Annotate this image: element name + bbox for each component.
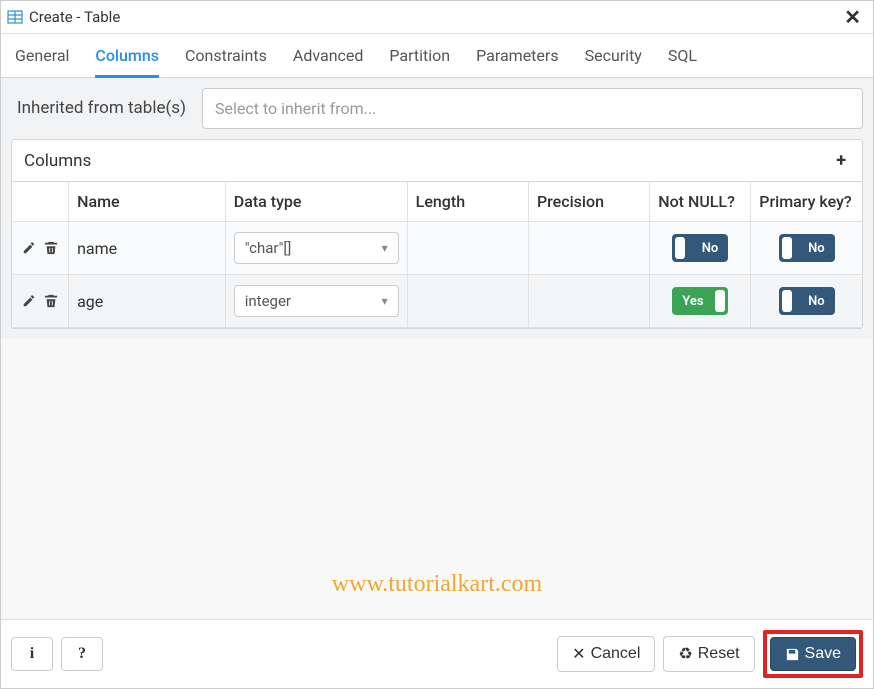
pk-toggle[interactable]: No bbox=[779, 287, 835, 315]
tab-general[interactable]: General bbox=[15, 42, 69, 78]
tab-security[interactable]: Security bbox=[585, 42, 642, 78]
save-icon bbox=[785, 647, 800, 662]
header-pk: Primary key? bbox=[751, 182, 862, 222]
tab-constraints[interactable]: Constraints bbox=[185, 42, 267, 78]
columns-panel: Columns + Name Data type Length Precisio… bbox=[11, 139, 863, 329]
cell-length[interactable] bbox=[407, 222, 528, 275]
trash-icon[interactable] bbox=[44, 241, 58, 255]
cancel-button[interactable]: ✕ Cancel bbox=[557, 636, 655, 672]
title-bar: Create - Table ✕ bbox=[1, 1, 873, 34]
header-length: Length bbox=[407, 182, 528, 222]
tabs-bar: General Columns Constraints Advanced Par… bbox=[1, 34, 873, 78]
type-select[interactable]: "char"[] bbox=[234, 232, 399, 264]
trash-icon[interactable] bbox=[44, 294, 58, 308]
type-select[interactable]: integer bbox=[234, 285, 399, 317]
notnull-toggle[interactable]: Yes bbox=[672, 287, 728, 315]
tab-partition[interactable]: Partition bbox=[389, 42, 450, 78]
header-notnull: Not NULL? bbox=[650, 182, 751, 222]
recycle-icon: ♻ bbox=[678, 644, 692, 664]
cell-length[interactable] bbox=[407, 275, 528, 328]
cell-precision[interactable] bbox=[528, 222, 649, 275]
info-button[interactable]: i bbox=[11, 637, 53, 671]
save-button[interactable]: Save bbox=[770, 637, 856, 671]
dialog-body: Inherited from table(s) Select to inheri… bbox=[1, 78, 873, 339]
header-name: Name bbox=[69, 182, 226, 222]
dialog-footer: i ? ✕ Cancel ♻ Reset Save bbox=[1, 619, 873, 688]
table-row: name "char"[] No No bbox=[12, 222, 862, 275]
header-actions bbox=[12, 182, 69, 222]
cell-precision[interactable] bbox=[528, 275, 649, 328]
columns-panel-title: Columns bbox=[24, 151, 91, 171]
tab-columns[interactable]: Columns bbox=[95, 42, 159, 78]
notnull-toggle[interactable]: No bbox=[672, 234, 728, 262]
inherit-label: Inherited from table(s) bbox=[11, 88, 192, 129]
inherit-row: Inherited from table(s) Select to inheri… bbox=[11, 88, 863, 129]
tab-parameters[interactable]: Parameters bbox=[476, 42, 558, 78]
add-column-icon[interactable]: + bbox=[832, 150, 850, 171]
reset-button[interactable]: ♻ Reset bbox=[663, 636, 754, 672]
tab-sql[interactable]: SQL bbox=[668, 42, 697, 78]
edit-icon[interactable] bbox=[22, 241, 36, 255]
table-row: age integer Yes No bbox=[12, 275, 862, 328]
cell-name[interactable]: age bbox=[69, 275, 226, 328]
columns-panel-header: Columns + bbox=[12, 140, 862, 182]
columns-table: Name Data type Length Precision Not NULL… bbox=[12, 182, 862, 328]
window-title: Create - Table bbox=[29, 8, 840, 26]
close-icon[interactable]: ✕ bbox=[840, 5, 865, 29]
inherit-input[interactable]: Select to inherit from... bbox=[202, 88, 863, 129]
help-button[interactable]: ? bbox=[61, 637, 103, 671]
cell-name[interactable]: name bbox=[69, 222, 226, 275]
header-precision: Precision bbox=[528, 182, 649, 222]
close-icon: ✕ bbox=[572, 644, 585, 664]
watermark: www.tutorialkart.com bbox=[1, 571, 873, 598]
pk-toggle[interactable]: No bbox=[779, 234, 835, 262]
edit-icon[interactable] bbox=[22, 294, 36, 308]
table-icon bbox=[7, 9, 23, 25]
save-highlight: Save bbox=[763, 630, 863, 678]
header-type: Data type bbox=[225, 182, 407, 222]
tab-advanced[interactable]: Advanced bbox=[293, 42, 364, 78]
